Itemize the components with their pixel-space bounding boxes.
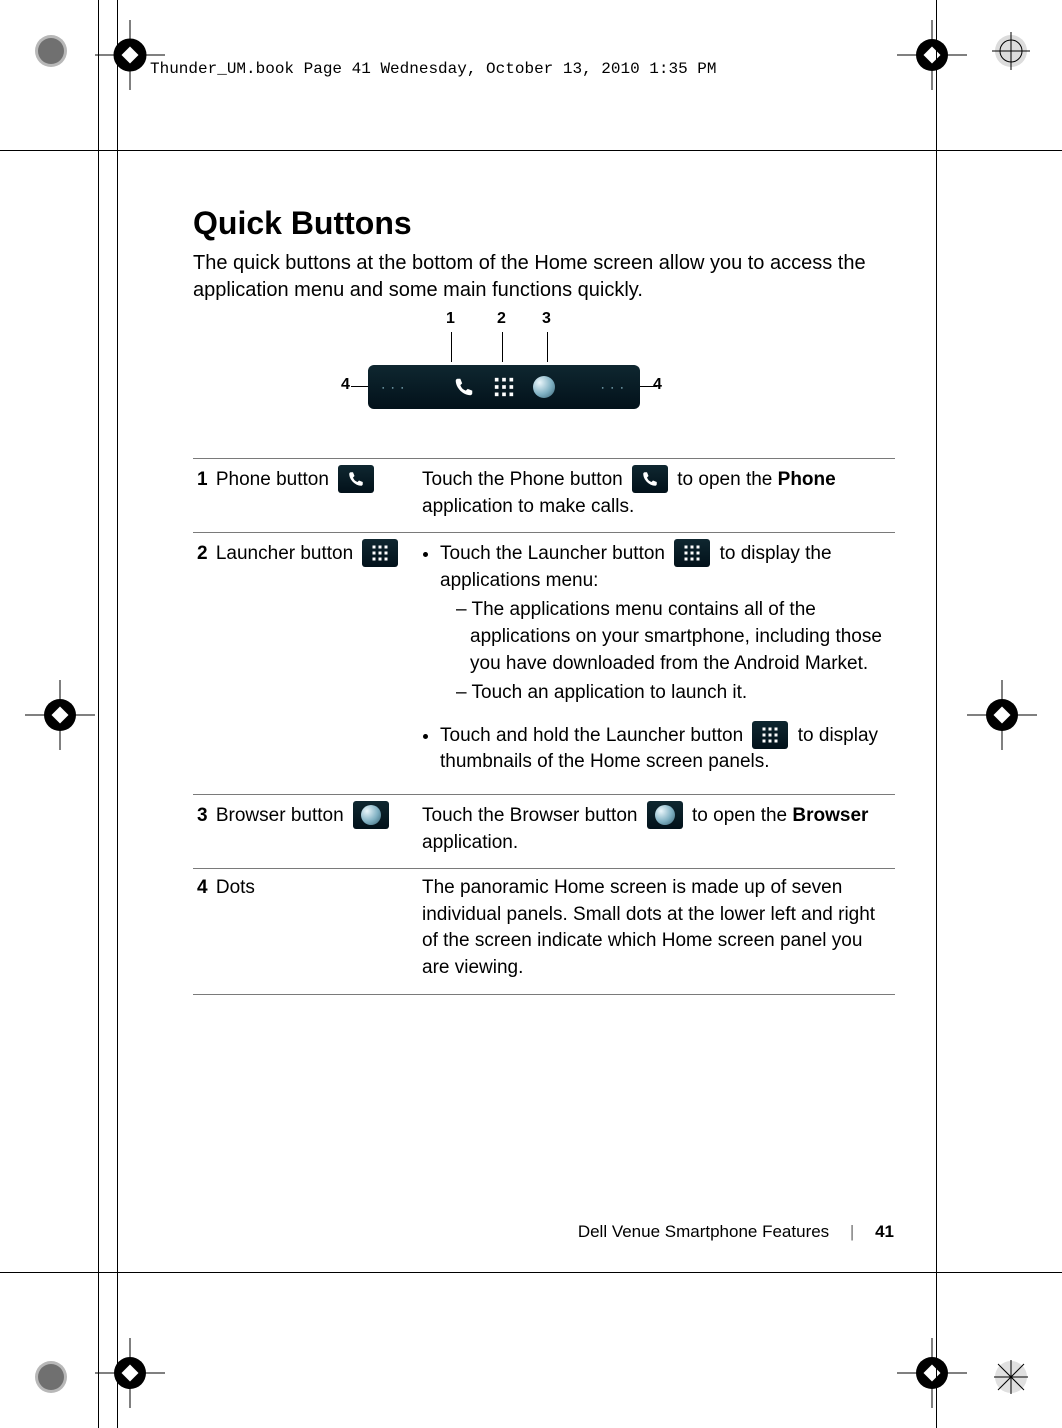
table-row: 3 Browser button Touch the Browser butto…: [193, 794, 895, 868]
row2-b2-pre: Touch and hold the Launcher button: [440, 725, 748, 746]
registration-corner-icon: [32, 1358, 70, 1396]
launcher-icon: [752, 721, 788, 749]
trim-line: [98, 0, 99, 1428]
row3-bold: Browser: [792, 805, 868, 826]
registration-corner-icon: [992, 1358, 1030, 1396]
row1-name: Phone button: [216, 469, 329, 490]
definitions-table: 1 Phone button Touch the Phone button to…: [193, 458, 895, 995]
row2-name: Launcher button: [216, 543, 353, 564]
quick-buttons-diagram: 1 2 3 4 4 ● ● ● ● ● ●: [193, 310, 895, 428]
crosshair-icon: [95, 20, 165, 90]
crosshair-icon: [897, 1338, 967, 1408]
row2-num: 2: [197, 543, 208, 564]
table-row: 2 Launcher button Touch the Launcher but…: [193, 533, 895, 795]
row3-name: Browser button: [216, 805, 344, 826]
callout-4-right: 4: [653, 376, 662, 394]
row4-num: 4: [197, 877, 208, 898]
dots-right-icon: ● ● ●: [602, 385, 626, 390]
row1-desc-pre: Touch the Phone button: [422, 469, 628, 490]
row3-desc-pre: Touch the Browser button: [422, 805, 643, 826]
row2-dash2: – Touch an application to launch it.: [456, 680, 891, 707]
callout-1: 1: [446, 310, 455, 328]
row2-b1-pre: Touch the Launcher button: [440, 543, 670, 564]
page-footer: Dell Venue Smartphone Features | 41: [578, 1222, 894, 1242]
row1-desc-post: to open the: [677, 469, 777, 490]
section-title: Quick Buttons: [193, 205, 895, 242]
row2-dash1: – The applications menu contains all of …: [456, 597, 891, 677]
trim-line: [117, 0, 118, 1428]
phone-icon: [338, 465, 374, 493]
row3-desc-post: to open the: [692, 805, 792, 826]
launcher-icon: [493, 376, 515, 398]
home-screen-bar: ● ● ● ● ● ●: [368, 365, 640, 409]
browser-icon: [647, 801, 683, 829]
row1-bold: Phone: [778, 469, 836, 490]
browser-icon: [533, 376, 555, 398]
running-header: Thunder_UM.book Page 41 Wednesday, Octob…: [150, 60, 717, 78]
footer-label: Dell Venue Smartphone Features: [578, 1222, 829, 1241]
callout-3: 3: [542, 310, 551, 328]
callout-4-left: 4: [341, 376, 350, 394]
table-row: 1 Phone button Touch the Phone button to…: [193, 459, 895, 533]
launcher-icon: [362, 539, 398, 567]
trim-line: [0, 150, 1062, 151]
row4-name: Dots: [216, 877, 255, 898]
trim-line: [0, 1272, 1062, 1273]
crosshair-icon: [95, 1338, 165, 1408]
row3-tail: application.: [422, 832, 518, 853]
callout-2: 2: [497, 310, 506, 328]
table-row: 4 Dots The panoramic Home screen is made…: [193, 869, 895, 994]
phone-icon: [632, 465, 668, 493]
launcher-icon: [674, 539, 710, 567]
registration-corner-icon: [992, 32, 1030, 70]
browser-icon: [353, 801, 389, 829]
page-number: 41: [875, 1222, 894, 1241]
dots-left-icon: ● ● ●: [382, 385, 406, 390]
phone-icon: [453, 376, 475, 398]
crosshair-icon: [897, 20, 967, 90]
trim-line: [936, 0, 937, 1428]
row4-desc: The panoramic Home screen is made up of …: [418, 869, 895, 994]
registration-corner-icon: [32, 32, 70, 70]
intro-text: The quick buttons at the bottom of the H…: [193, 250, 895, 304]
crosshair-icon: [25, 680, 95, 750]
crosshair-icon: [967, 680, 1037, 750]
row1-tail: application to make calls.: [422, 496, 634, 517]
row3-num: 3: [197, 805, 208, 826]
row1-num: 1: [197, 469, 208, 490]
